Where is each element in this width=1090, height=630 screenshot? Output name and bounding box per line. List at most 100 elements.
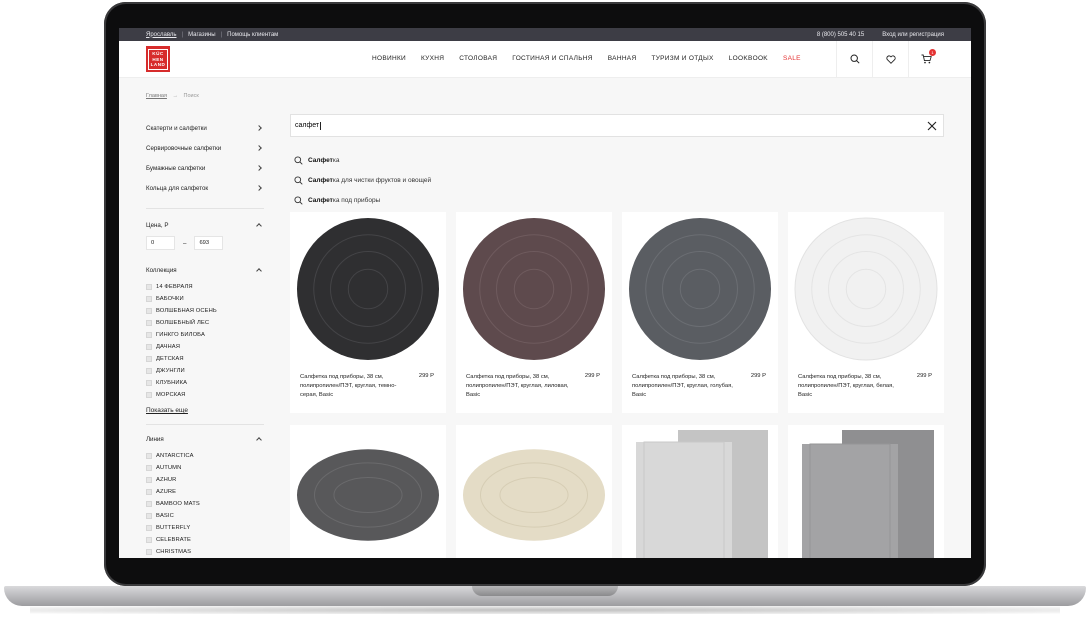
product-card[interactable]: Салфетка под приборы, 38 см, полипропиле…: [456, 212, 612, 413]
breadcrumb-home[interactable]: Главная: [146, 93, 167, 99]
checkbox[interactable]: [146, 380, 152, 386]
price-max-input[interactable]: 693: [194, 236, 224, 250]
line-option[interactable]: BUTTERFLY: [146, 522, 264, 534]
nav-bathroom[interactable]: ВАННАЯ: [608, 55, 637, 62]
product-price: 299 Р: [750, 373, 766, 379]
search-input[interactable]: салфет: [290, 114, 944, 137]
checkbox[interactable]: [146, 513, 152, 519]
nav-sale[interactable]: SALE: [783, 55, 801, 62]
product-image[interactable]: [628, 214, 772, 364]
product-image[interactable]: [462, 214, 606, 364]
product-image[interactable]: [296, 435, 440, 555]
collection-option[interactable]: 14 ФЕВРАЛЯ: [146, 281, 264, 293]
checkbox[interactable]: [146, 296, 152, 302]
product-card[interactable]: Салфетка под приборы, 38 см, полипропиле…: [290, 212, 446, 413]
checkbox[interactable]: [146, 453, 152, 459]
header-actions: 1: [836, 41, 944, 77]
collection-option[interactable]: БАБОЧКИ: [146, 293, 264, 305]
product-image[interactable]: [794, 429, 938, 558]
breadcrumb-arrow: →: [172, 93, 178, 99]
nav-living-bedroom[interactable]: ГОСТИНАЯ И СПАЛЬНЯ: [512, 55, 593, 62]
collection-option[interactable]: ВОЛШЕБНАЯ ОСЕНЬ: [146, 305, 264, 317]
phone-link[interactable]: 8 (800) 505 40 15: [817, 32, 864, 38]
price-min-input[interactable]: 0: [146, 236, 175, 250]
suggestion-text: Салфетка: [308, 156, 340, 164]
line-filter-header[interactable]: Линия: [146, 433, 264, 445]
stores-link[interactable]: Магазины: [188, 32, 215, 38]
checkbox[interactable]: [146, 284, 152, 290]
logo[interactable]: KÜC HEN LAND: [146, 46, 170, 72]
cart-button[interactable]: 1: [908, 41, 944, 77]
line-option[interactable]: CELEBRATE: [146, 534, 264, 546]
checkbox[interactable]: [146, 320, 152, 326]
suggestion-item[interactable]: Салфетка для чистки фруктов и овощей: [294, 170, 431, 190]
logo-text: LAND: [150, 62, 166, 68]
checkbox[interactable]: [146, 537, 152, 543]
product-title[interactable]: Салфетка под приборы, 38 см, полипропиле…: [466, 373, 572, 401]
help-link[interactable]: Помощь клиентам: [227, 32, 278, 38]
product-card[interactable]: [788, 425, 944, 558]
text-caret: [320, 121, 321, 130]
product-image[interactable]: [628, 429, 772, 558]
close-icon[interactable]: [927, 121, 937, 131]
product-card[interactable]: Салфетка под приборы, 38 см, полипропиле…: [622, 212, 778, 413]
collection-option[interactable]: МОРСКАЯ: [146, 389, 264, 401]
checkbox[interactable]: [146, 344, 152, 350]
line-option[interactable]: AUTUMN: [146, 462, 264, 474]
checkbox[interactable]: [146, 392, 152, 398]
checkbox[interactable]: [146, 525, 152, 531]
product-card[interactable]: [456, 425, 612, 558]
product-image[interactable]: [794, 214, 938, 364]
checkbox[interactable]: [146, 356, 152, 362]
checkbox[interactable]: [146, 465, 152, 471]
collection-option[interactable]: ГИНКГО БИЛОБА: [146, 329, 264, 341]
checkbox[interactable]: [146, 549, 152, 555]
price-filter-header[interactable]: Цена, Р: [146, 219, 264, 231]
nav-kitchen[interactable]: КУХНЯ: [421, 55, 444, 62]
nav-lookbook[interactable]: LOOKBOOK: [729, 55, 768, 62]
product-card[interactable]: [622, 425, 778, 558]
collection-option[interactable]: ВОЛШЕБНЫЙ ЛЕС: [146, 317, 264, 329]
line-option[interactable]: BASIC: [146, 510, 264, 522]
product-title[interactable]: Салфетка под приборы, 38 см, полипропиле…: [632, 373, 738, 401]
line-option[interactable]: CHRISTMAS: [146, 546, 264, 558]
collection-option[interactable]: ДЕТСКАЯ: [146, 353, 264, 365]
wishlist-button[interactable]: [872, 41, 908, 77]
line-option[interactable]: AZHUR: [146, 474, 264, 486]
checkbox[interactable]: [146, 477, 152, 483]
product-card[interactable]: Салфетка под приборы, 38 см, полипропиле…: [788, 212, 944, 413]
product-card[interactable]: [290, 425, 446, 558]
chevron-right-icon: [256, 185, 262, 191]
category-item[interactable]: Бумажные салфетки: [146, 158, 264, 178]
category-item[interactable]: Сервировочные салфетки: [146, 138, 264, 158]
category-item[interactable]: Кольца для салфеток: [146, 178, 264, 198]
suggestion-item[interactable]: Салфетка: [294, 150, 431, 170]
collection-option[interactable]: КЛУБНИКА: [146, 377, 264, 389]
category-item[interactable]: Скатерти и салфетки: [146, 118, 264, 138]
product-title[interactable]: Салфетка под приборы, 38 см, полипропиле…: [300, 373, 406, 401]
checkbox[interactable]: [146, 501, 152, 507]
nav-new[interactable]: НОВИНКИ: [372, 55, 406, 62]
line-option[interactable]: ANTARCTICA: [146, 450, 264, 462]
collection-filter-header[interactable]: Коллекция: [146, 264, 264, 276]
checkbox[interactable]: [146, 308, 152, 314]
checkbox[interactable]: [146, 332, 152, 338]
nav-dining[interactable]: СТОЛОВАЯ: [459, 55, 497, 62]
line-option[interactable]: BAMBOO MATS: [146, 498, 264, 510]
show-more-link[interactable]: Показать еще: [146, 407, 188, 414]
breadcrumb: Главная → Поиск: [146, 93, 199, 99]
separator: |: [220, 31, 223, 38]
collection-option[interactable]: ДАЧНАЯ: [146, 341, 264, 353]
nav-tourism[interactable]: ТУРИЗМ И ОТДЫХ: [651, 55, 713, 62]
checkbox[interactable]: [146, 489, 152, 495]
line-option[interactable]: AZURE: [146, 486, 264, 498]
checkbox[interactable]: [146, 368, 152, 374]
product-title[interactable]: Салфетка под приборы, 38 см, полипропиле…: [798, 373, 904, 401]
suggestion-item[interactable]: Салфетка под приборы: [294, 190, 431, 210]
collection-option[interactable]: ДЖУНГЛИ: [146, 365, 264, 377]
search-button[interactable]: [836, 41, 872, 77]
product-image[interactable]: [296, 214, 440, 364]
login-link[interactable]: Вход или регистрация: [882, 32, 944, 38]
product-image[interactable]: [462, 435, 606, 555]
city-link[interactable]: Ярославль: [146, 32, 177, 38]
